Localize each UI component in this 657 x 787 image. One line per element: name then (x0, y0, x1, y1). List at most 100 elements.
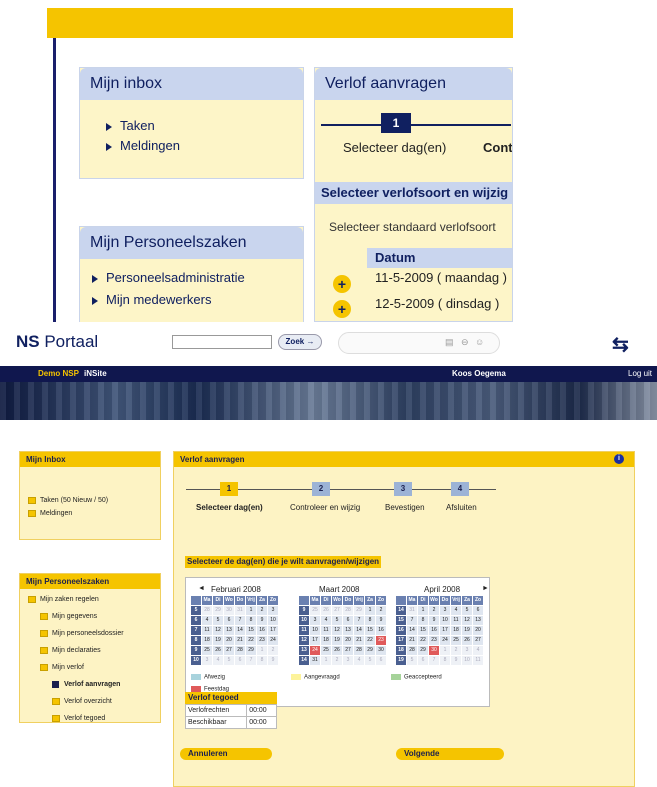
calendar-day[interactable]: 6 (376, 656, 386, 665)
calendar-day[interactable]: 10 (462, 656, 472, 665)
calendar-day[interactable]: 24 (440, 636, 450, 645)
calendar-day[interactable]: 2 (332, 656, 342, 665)
calendar-day[interactable]: 20 (343, 636, 353, 645)
calendar-day[interactable]: 10 (268, 616, 278, 625)
calendar-day[interactable]: 23 (376, 636, 386, 645)
calendar-day[interactable]: 24 (268, 636, 278, 645)
calendar-day[interactable]: 14 (354, 626, 364, 635)
calendar-day[interactable]: 8 (418, 616, 428, 625)
next-button[interactable]: Volgende (396, 748, 504, 760)
calendar-day[interactable]: 28 (235, 646, 245, 655)
calendar-day[interactable]: 21 (354, 636, 364, 645)
calendar-day[interactable]: 21 (235, 636, 245, 645)
calendar-day[interactable]: 23 (257, 636, 267, 645)
calendar-day[interactable]: 9 (429, 616, 439, 625)
calendar-day[interactable]: 30 (224, 606, 234, 615)
calendar-day[interactable]: 25 (202, 646, 212, 655)
calendar-day[interactable]: 1 (257, 646, 267, 655)
calendar-day[interactable]: 29 (354, 606, 364, 615)
inbox-item-meldingen[interactable]: Meldingen (28, 508, 160, 519)
calendar-day[interactable]: 11 (202, 626, 212, 635)
calendar-day[interactable]: 3 (310, 616, 320, 625)
calendar-day[interactable]: 10 (440, 616, 450, 625)
menu-mijn-zaken-regelen[interactable]: Mijn zaken regelen (28, 591, 160, 608)
calendar-day[interactable]: 6 (418, 656, 428, 665)
calendar-day[interactable]: 16 (257, 626, 267, 635)
calendar-day[interactable]: 2 (268, 646, 278, 655)
calendar-day[interactable]: 24 (310, 646, 320, 655)
prev-month-icon[interactable]: ◄ (198, 585, 205, 592)
calendar-day[interactable]: 17 (440, 626, 450, 635)
add-icon[interactable]: + (333, 300, 351, 318)
users-icon[interactable]: ☺ (475, 337, 484, 347)
step-1[interactable]: 1 (220, 482, 238, 496)
calendar-day[interactable]: 9 (376, 616, 386, 625)
menu-mijn-declaraties[interactable]: Mijn declaraties (40, 642, 160, 659)
calendar-day[interactable]: 13 (343, 626, 353, 635)
calendar-day[interactable]: 30 (376, 646, 386, 655)
calendar-day[interactable]: 27 (224, 646, 234, 655)
menu-verlof-tegoed[interactable]: Verlof tegoed (52, 710, 160, 727)
calendar-day[interactable]: 4 (451, 606, 461, 615)
calendar-day[interactable]: 22 (418, 636, 428, 645)
zoom-inbox-item-taken[interactable]: Taken (106, 116, 303, 136)
calendar-day[interactable]: 9 (268, 656, 278, 665)
step-4[interactable]: 4 (451, 482, 469, 496)
calendar-day[interactable]: 1 (365, 606, 375, 615)
calendar-day[interactable]: 28 (202, 606, 212, 615)
nav-insite[interactable]: iNSite (84, 369, 107, 378)
zoom-step-1[interactable]: 1 (381, 113, 411, 133)
calendar-day[interactable]: 31 (407, 606, 417, 615)
calendar-day[interactable]: 5 (365, 656, 375, 665)
calendar-day[interactable]: 13 (224, 626, 234, 635)
calendar-day[interactable]: 22 (365, 636, 375, 645)
calendar-day[interactable]: 6 (224, 616, 234, 625)
calendar-day[interactable]: 29 (213, 606, 223, 615)
calendar-day[interactable]: 6 (343, 616, 353, 625)
menu-verlof-overzicht[interactable]: Verlof overzicht (52, 693, 160, 710)
calendar-day[interactable]: 25 (321, 646, 331, 655)
calendar-day[interactable]: 5 (213, 616, 223, 625)
calendar-day[interactable]: 27 (332, 606, 342, 615)
calendar-day[interactable]: 14 (235, 626, 245, 635)
calendar-day[interactable]: 7 (246, 656, 256, 665)
zoom-pers-item-medewerkers[interactable]: Mijn medewerkers (92, 289, 303, 311)
calendar-day[interactable]: 31 (310, 656, 320, 665)
calendar-day[interactable]: 3 (462, 646, 472, 655)
calendar-day[interactable]: 11 (321, 626, 331, 635)
logout-link[interactable]: Log uit (628, 369, 652, 378)
calendar-day[interactable]: 15 (246, 626, 256, 635)
search-button[interactable]: Zoek → (278, 334, 322, 350)
calendar-day[interactable]: 13 (473, 616, 483, 625)
calendar-day[interactable]: 26 (332, 646, 342, 655)
add-icon[interactable]: + (333, 275, 351, 293)
calendar-day[interactable]: 7 (407, 616, 417, 625)
next-month-icon[interactable]: ► (482, 585, 489, 592)
calendar-day[interactable]: 3 (268, 606, 278, 615)
calendar-day[interactable]: 7 (354, 616, 364, 625)
calendar-day[interactable]: 6 (473, 606, 483, 615)
calendar-day[interactable]: 1 (321, 656, 331, 665)
calendar-day[interactable]: 12 (462, 616, 472, 625)
calendar-day[interactable]: 1 (418, 606, 428, 615)
calendar-day[interactable]: 8 (246, 616, 256, 625)
calendar-day[interactable]: 11 (451, 616, 461, 625)
calendar-day[interactable]: 6 (235, 656, 245, 665)
calendar-day[interactable]: 16 (429, 626, 439, 635)
calendar-day[interactable]: 9 (451, 656, 461, 665)
calendar-day[interactable]: 17 (268, 626, 278, 635)
calendar-day[interactable]: 9 (257, 616, 267, 625)
calendar-day[interactable]: 28 (343, 606, 353, 615)
calendar-day[interactable]: 4 (354, 656, 364, 665)
calendar-day[interactable]: 2 (257, 606, 267, 615)
calendar-day[interactable]: 4 (473, 646, 483, 655)
calendar-day[interactable]: 19 (332, 636, 342, 645)
calendar-day[interactable]: 25 (451, 636, 461, 645)
calendar-day[interactable]: 27 (473, 636, 483, 645)
calendar-day[interactable]: 29 (418, 646, 428, 655)
calendar-day[interactable]: 8 (365, 616, 375, 625)
calendar-day[interactable]: 26 (213, 646, 223, 655)
calendar-day[interactable]: 4 (213, 656, 223, 665)
calendar-day[interactable]: 22 (246, 636, 256, 645)
calendar-day[interactable]: 4 (321, 616, 331, 625)
